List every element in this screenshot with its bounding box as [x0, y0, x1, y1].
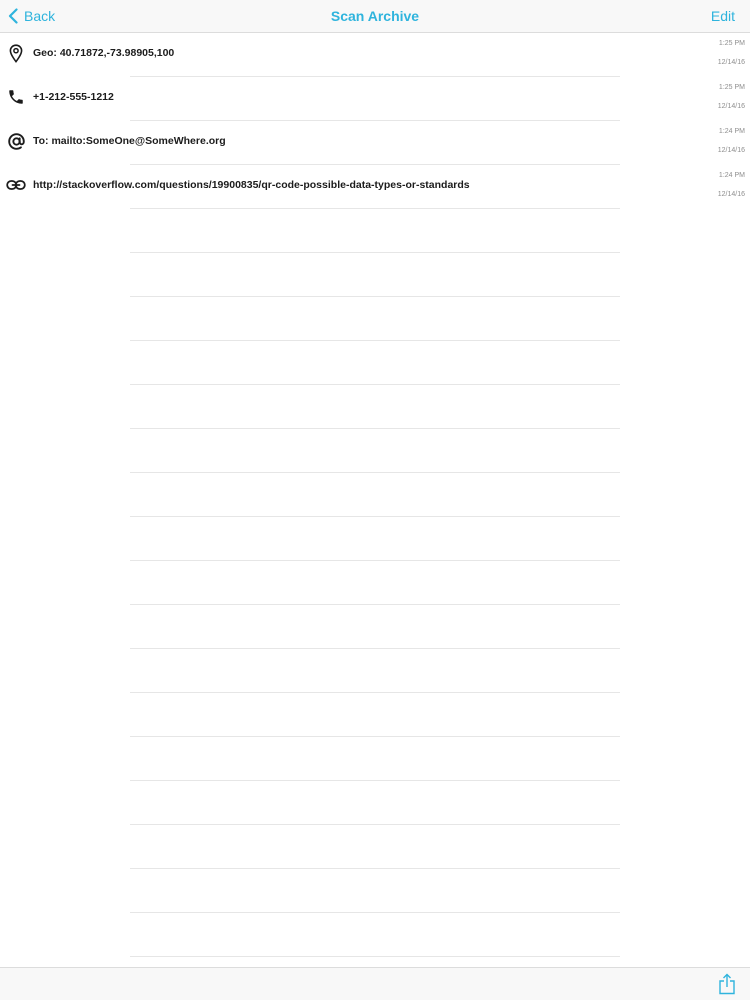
- empty-row: [0, 473, 750, 517]
- empty-row: [0, 781, 750, 825]
- back-button[interactable]: Back: [8, 6, 55, 26]
- item-date: 12/14/16: [717, 59, 745, 66]
- empty-row: [0, 649, 750, 693]
- item-text: +1-212-555-1212: [33, 91, 114, 103]
- empty-row: [0, 253, 750, 297]
- list-item[interactable]: Geo: 40.71872,-73.98905,100 1:25 PM 12/1…: [0, 33, 750, 77]
- empty-row: [0, 209, 750, 253]
- empty-row: [0, 429, 750, 473]
- page-title: Scan Archive: [330, 8, 420, 24]
- back-label: Back: [24, 8, 56, 24]
- empty-row: [0, 385, 750, 429]
- empty-row: [0, 913, 750, 957]
- chevron-left-icon: [8, 8, 18, 24]
- item-date: 12/14/16: [717, 103, 745, 110]
- location-pin-icon: [6, 43, 26, 63]
- list-item[interactable]: To: mailto:SomeOne@SomeWhere.org 1:24 PM…: [0, 121, 750, 165]
- item-text: To: mailto:SomeOne@SomeWhere.org: [33, 135, 226, 147]
- item-date: 12/14/16: [717, 147, 745, 154]
- item-time: 1:25 PM: [718, 40, 745, 47]
- item-text: http://stackoverflow.com/questions/19900…: [33, 179, 470, 191]
- phone-icon: [6, 87, 26, 107]
- item-time: 1:24 PM: [718, 128, 745, 135]
- scan-archive-screen: Back Scan Archive Edit Geo: 40.71872,-73…: [0, 0, 750, 1000]
- list-item[interactable]: http://stackoverflow.com/questions/19900…: [0, 165, 750, 209]
- empty-row: [0, 825, 750, 869]
- link-icon: [6, 175, 26, 195]
- empty-row: [0, 297, 750, 341]
- share-button[interactable]: [717, 973, 737, 995]
- empty-row: [0, 341, 750, 385]
- list-item[interactable]: +1-212-555-1212 1:25 PM 12/14/16: [0, 77, 750, 121]
- empty-row: [0, 869, 750, 913]
- empty-rows: [0, 209, 750, 957]
- share-icon: [719, 973, 735, 995]
- item-time: 1:24 PM: [718, 172, 745, 179]
- empty-row: [0, 561, 750, 605]
- at-sign-icon: [6, 131, 26, 151]
- navigation-bar: Back Scan Archive Edit: [0, 0, 750, 33]
- empty-row: [0, 737, 750, 781]
- item-date: 12/14/16: [717, 191, 745, 198]
- scan-list: Geo: 40.71872,-73.98905,100 1:25 PM 12/1…: [0, 33, 750, 957]
- bottom-toolbar: [0, 967, 750, 1000]
- empty-row: [0, 693, 750, 737]
- empty-row: [0, 605, 750, 649]
- item-text: Geo: 40.71872,-73.98905,100: [33, 47, 175, 59]
- edit-button[interactable]: Edit: [711, 8, 735, 24]
- item-time: 1:25 PM: [718, 84, 745, 91]
- empty-row: [0, 517, 750, 561]
